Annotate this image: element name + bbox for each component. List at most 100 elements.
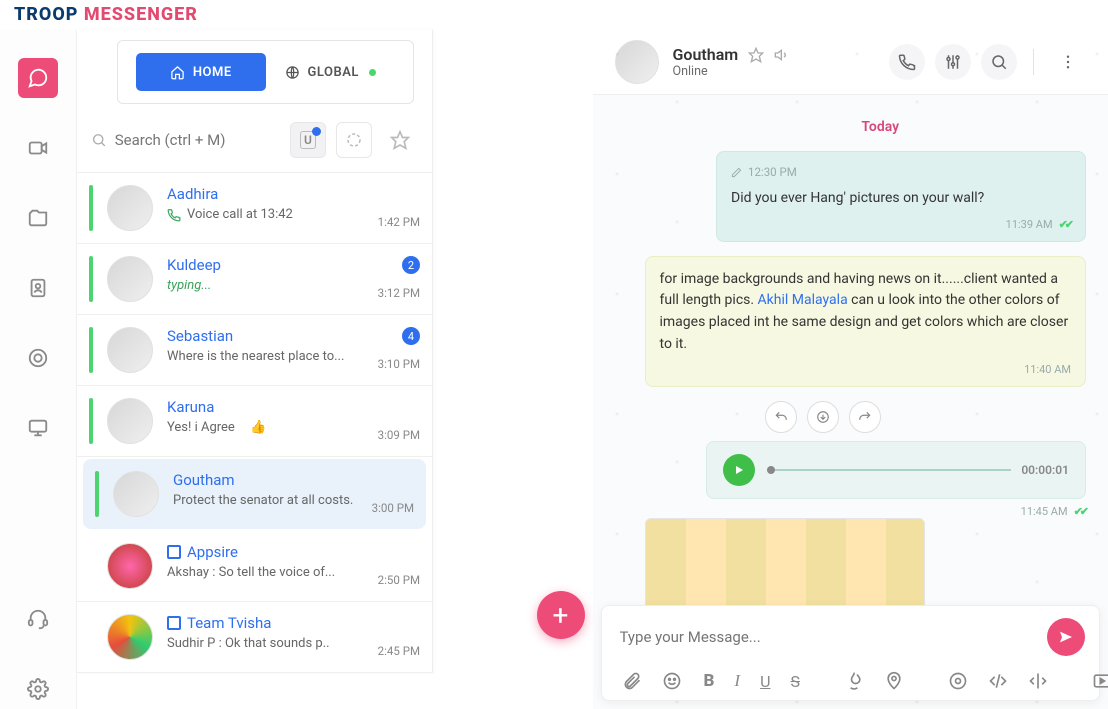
play-button[interactable]: [723, 454, 755, 486]
conversation-item[interactable]: Sebastian Where is the nearest place to.…: [77, 315, 432, 386]
presence-bar: [95, 471, 99, 517]
presence-bar: [89, 256, 93, 302]
contact-name: Appsire: [167, 543, 420, 561]
message-sent[interactable]: 12:30 PM Did you ever Hang' pictures on …: [716, 151, 1086, 242]
rail-files-icon[interactable]: [18, 198, 58, 238]
message-nav-controls: [765, 401, 1087, 433]
new-chat-fab[interactable]: +: [537, 591, 585, 639]
code-icon[interactable]: [988, 671, 1008, 691]
attach-icon[interactable]: [622, 671, 642, 691]
logo-bar: TROOP MESSENGER: [0, 0, 1108, 30]
voice-call-icon: [167, 208, 181, 222]
message-input[interactable]: [616, 620, 1038, 654]
reply-back-icon[interactable]: [765, 401, 797, 433]
chat-avatar[interactable]: [615, 40, 659, 84]
underline-icon[interactable]: U: [760, 672, 770, 691]
rail-activity-icon[interactable]: [18, 338, 58, 378]
record-icon[interactable]: [948, 671, 968, 691]
conversation-item[interactable]: Goutham Protect the senator at all costs…: [83, 459, 426, 529]
rail-chats-icon[interactable]: [18, 58, 58, 98]
scroll-down-icon[interactable]: [807, 401, 839, 433]
message-received[interactable]: for image backgrounds and having news on…: [645, 256, 1087, 388]
unread-filter-icon[interactable]: U: [290, 122, 326, 158]
more-options-button[interactable]: [1050, 44, 1086, 80]
edited-indicator: 12:30 PM: [731, 164, 1071, 182]
pencil-icon: [731, 167, 742, 178]
search-input[interactable]: [115, 131, 280, 149]
settings-sliders-button[interactable]: [935, 44, 971, 80]
divider: [1033, 49, 1034, 75]
message-text: for image backgrounds and having news on…: [660, 271, 1069, 352]
location-icon[interactable]: [884, 671, 904, 691]
search-field[interactable]: [91, 131, 280, 149]
forward-icon[interactable]: [849, 401, 881, 433]
rail-desktop-icon[interactable]: [18, 408, 58, 448]
call-button[interactable]: [889, 44, 925, 80]
forkout-icon[interactable]: [1028, 671, 1048, 691]
conversation-time: 1:42 PM: [378, 215, 420, 229]
search-row: U: [77, 114, 432, 173]
conversation-time: 3:09 PM: [378, 428, 420, 442]
app-logo: TROOP MESSENGER: [14, 4, 198, 25]
avatar: [107, 327, 153, 373]
voice-message[interactable]: 00:00:01: [706, 441, 1086, 499]
day-label: Today: [675, 119, 1087, 135]
presence-bar: [89, 543, 93, 589]
chat-header: Goutham Online: [593, 30, 1108, 95]
read-receipt-icon: ✔✔: [1074, 505, 1086, 518]
contact-name: Goutham: [173, 471, 414, 489]
contact-name: Sebastian: [167, 327, 420, 345]
presence-bar: [89, 185, 93, 231]
favorite-filter-icon[interactable]: [382, 122, 418, 158]
conversation-item[interactable]: Kuldeep typing... 2 3:12 PM: [77, 244, 432, 315]
tab-home-label: HOME: [193, 65, 232, 80]
group-icon: [167, 616, 181, 630]
voice-duration: 00:00:01: [1021, 463, 1069, 477]
conversation-item[interactable]: Aadhira Voice call at 13:42 1:42 PM: [77, 173, 432, 244]
conversation-time: 3:00 PM: [372, 501, 414, 515]
avatar: [107, 614, 153, 660]
contact-name: Karuna: [167, 398, 420, 416]
conversation-item[interactable]: Team Tvisha Sudhir P : Ok that sounds p.…: [77, 602, 432, 673]
tab-global[interactable]: GLOBAL: [266, 53, 396, 91]
message-time: 11:39 AM: [1006, 216, 1053, 233]
voice-track[interactable]: [767, 469, 1011, 471]
rail-video-icon[interactable]: [18, 128, 58, 168]
conversation-list-panel: HOME GLOBAL U: [77, 30, 433, 673]
avatar: [107, 543, 153, 589]
search-icon: [91, 131, 107, 149]
presence-bar: [89, 327, 93, 373]
contact-name: Team Tvisha: [167, 614, 420, 632]
rail-contacts-icon[interactable]: [18, 268, 58, 308]
conversation-item[interactable]: Karuna Yes! i Agree 👍 3:09 PM: [77, 386, 432, 457]
emoji-icon[interactable]: [662, 671, 682, 691]
group-icon: [167, 545, 181, 559]
search-chat-button[interactable]: [981, 44, 1017, 80]
message-time: 11:45 AM: [1021, 505, 1068, 518]
rail-support-icon[interactable]: [18, 599, 58, 639]
star-icon[interactable]: [748, 47, 764, 63]
thumbs-up-icon: 👍: [250, 420, 266, 435]
unread-badge: 2: [402, 256, 420, 274]
mute-icon[interactable]: [774, 47, 790, 63]
strikethrough-icon[interactable]: S: [790, 672, 800, 691]
video-clip-icon[interactable]: [1092, 671, 1108, 691]
mention-link[interactable]: Akhil Malayala: [758, 292, 848, 308]
italic-icon[interactable]: I: [734, 671, 740, 691]
tab-home[interactable]: HOME: [136, 53, 266, 91]
side-rail: [0, 30, 77, 709]
filter-loading-icon[interactable]: [336, 122, 372, 158]
presence-bar: [89, 398, 93, 444]
send-button[interactable]: [1047, 618, 1085, 656]
burnout-icon[interactable]: [844, 671, 864, 691]
avatar: [113, 471, 159, 517]
conversation-item[interactable]: Appsire Akshay : So tell the voice of...…: [77, 531, 432, 602]
bold-icon[interactable]: B: [704, 671, 715, 691]
contact-name: Kuldeep: [167, 256, 420, 274]
unread-badge: 4: [402, 327, 420, 345]
conversation-time: 2:50 PM: [378, 573, 420, 587]
conversation-time: 3:12 PM: [378, 286, 420, 300]
rail-settings-icon[interactable]: [18, 669, 58, 709]
contact-name: Aadhira: [167, 185, 420, 203]
conversation-time: 3:10 PM: [378, 357, 420, 371]
